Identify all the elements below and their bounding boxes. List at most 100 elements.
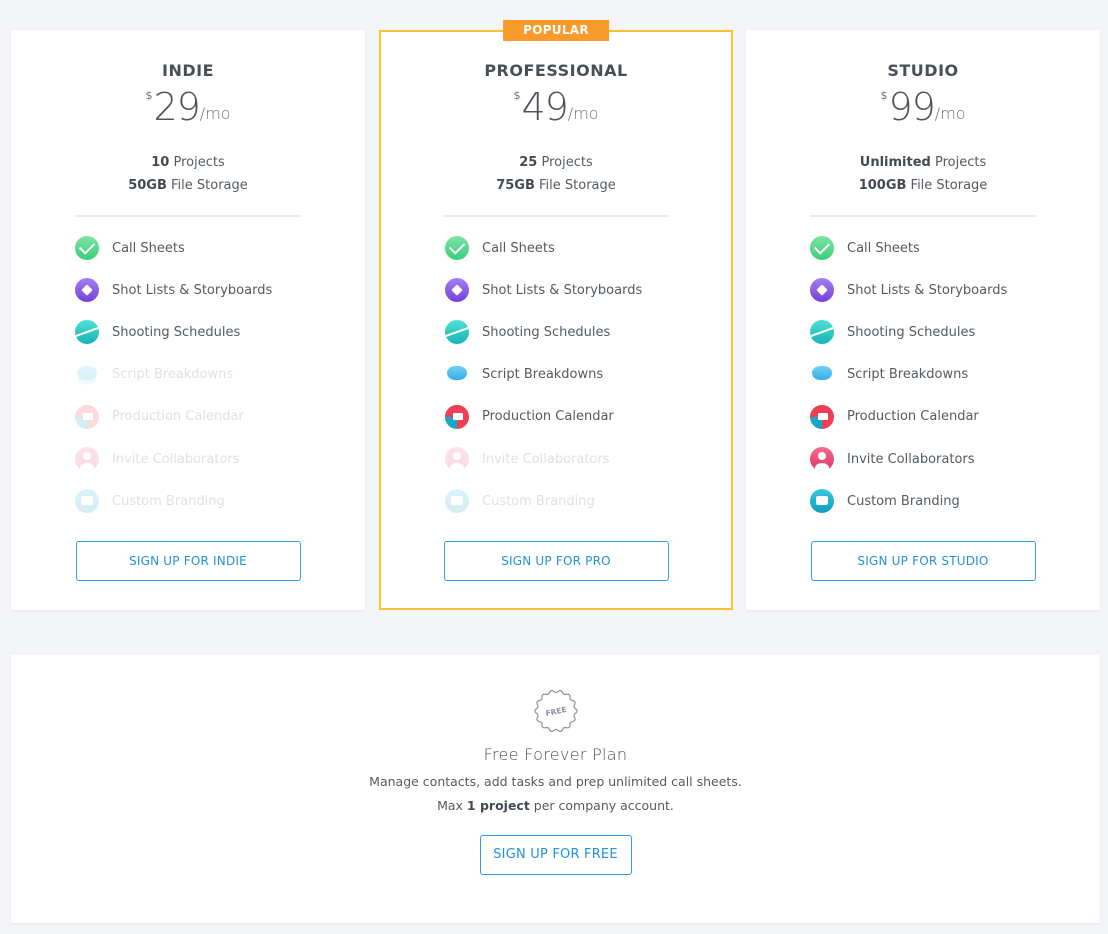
feature-label: Shooting Schedules bbox=[847, 324, 976, 340]
sign-up-pro-button[interactable]: SIGN UP FOR PRO bbox=[443, 541, 669, 582]
plan-name: INDIE bbox=[161, 61, 214, 80]
price-period: /mo bbox=[199, 104, 231, 123]
plan-price: $ 99 /mo bbox=[746, 85, 1100, 131]
free-plan-summary: Manage contacts, add tasks and prep unli… bbox=[369, 774, 742, 789]
currency-symbol: $ bbox=[145, 89, 153, 102]
feature-item: Custom Branding bbox=[445, 480, 731, 522]
divider bbox=[810, 215, 1036, 217]
free-plan-title: Free Forever Plan bbox=[483, 745, 628, 764]
feature-item: Shooting Schedules bbox=[75, 311, 365, 353]
feature-label: Shooting Schedules bbox=[112, 324, 241, 340]
feature-label: Production Calendar bbox=[112, 409, 244, 425]
feature-label: Script Breakdowns bbox=[847, 367, 969, 383]
feature-label: Production Calendar bbox=[847, 409, 979, 425]
feature-item: Script Breakdowns bbox=[445, 354, 731, 396]
shot-lists-icon bbox=[810, 278, 834, 303]
projects-quota: Unlimited Projects bbox=[859, 155, 987, 170]
script-breakdowns-icon bbox=[810, 363, 834, 387]
plan-quota: Unlimited Projects 100GB File Storage bbox=[746, 151, 1100, 197]
plan-quota: 10 Projects 50GB File Storage bbox=[11, 151, 365, 197]
free-plan-card: FREE Free Forever Plan Manage contacts, … bbox=[11, 655, 1100, 923]
production-calendar-icon bbox=[75, 404, 99, 429]
feature-item: Call Sheets bbox=[445, 227, 731, 269]
invite-collaborators-icon bbox=[75, 447, 99, 472]
feature-item: Shooting Schedules bbox=[810, 311, 1100, 353]
feature-list: Call Sheets Shot Lists & Storyboards Shoot… bbox=[445, 227, 731, 522]
feature-list: Call Sheets Shot Lists & Storyboards Shoot… bbox=[75, 227, 365, 522]
free-seal-icon: FREE bbox=[533, 689, 578, 733]
storage-quota: 100GB File Storage bbox=[858, 178, 988, 193]
feature-item: Shot Lists & Storyboards bbox=[810, 269, 1100, 311]
plan-name: PROFESSIONAL bbox=[484, 61, 628, 80]
projects-quota: 10 Projects bbox=[151, 155, 225, 170]
shot-lists-icon bbox=[75, 278, 99, 303]
feature-label: Custom Branding bbox=[847, 493, 960, 509]
currency-symbol: $ bbox=[513, 89, 521, 102]
call-sheets-icon bbox=[75, 236, 99, 261]
shooting-schedules-icon bbox=[75, 320, 99, 345]
plan-card-indie: INDIE $ 29 /mo 10 Projects 50GB File Sto… bbox=[11, 30, 365, 610]
feature-label: Shooting Schedules bbox=[482, 324, 611, 340]
feature-label: Invite Collaborators bbox=[847, 451, 975, 467]
feature-item: Invite Collaborators bbox=[75, 438, 365, 480]
divider bbox=[443, 215, 669, 217]
feature-item: Custom Branding bbox=[810, 480, 1100, 522]
feature-label: Shot Lists & Storyboards bbox=[847, 282, 1008, 298]
shooting-schedules-icon bbox=[810, 320, 834, 345]
feature-label: Invite Collaborators bbox=[112, 451, 240, 467]
price-amount: 49 bbox=[521, 85, 568, 129]
invite-collaborators-icon bbox=[445, 447, 469, 472]
plan-price: $ 29 /mo bbox=[11, 85, 365, 131]
price-amount: 29 bbox=[153, 85, 200, 129]
feature-label: Script Breakdowns bbox=[112, 367, 234, 383]
production-calendar-icon bbox=[810, 404, 834, 429]
feature-item: Call Sheets bbox=[75, 227, 365, 269]
custom-branding-icon bbox=[75, 489, 99, 514]
feature-item: Shooting Schedules bbox=[445, 311, 731, 353]
feature-item: Call Sheets bbox=[810, 227, 1100, 269]
price-period: /mo bbox=[934, 104, 966, 123]
feature-label: Call Sheets bbox=[112, 240, 185, 256]
feature-item: Script Breakdowns bbox=[810, 354, 1100, 396]
storage-quota: 50GB File Storage bbox=[128, 178, 248, 193]
custom-branding-icon bbox=[445, 489, 469, 514]
plan-name: STUDIO bbox=[887, 61, 959, 80]
price-amount: 99 bbox=[888, 85, 935, 129]
call-sheets-icon bbox=[810, 236, 834, 261]
invite-collaborators-icon bbox=[810, 447, 834, 472]
feature-label: Shot Lists & Storyboards bbox=[112, 282, 273, 298]
feature-label: Script Breakdowns bbox=[482, 367, 604, 383]
free-plan-limit: Max 1 project per company account. bbox=[437, 798, 674, 813]
feature-label: Shot Lists & Storyboards bbox=[482, 282, 643, 298]
feature-label: Invite Collaborators bbox=[482, 451, 610, 467]
feature-item: Shot Lists & Storyboards bbox=[75, 269, 365, 311]
feature-list: Call Sheets Shot Lists & Storyboards Shoot… bbox=[810, 227, 1100, 522]
sign-up-free-button[interactable]: SIGN UP FOR FREE bbox=[479, 835, 632, 875]
feature-item: Production Calendar bbox=[75, 396, 365, 438]
feature-item: Custom Branding bbox=[75, 480, 365, 522]
feature-label: Call Sheets bbox=[847, 240, 920, 256]
projects-quota: 25 Projects bbox=[519, 155, 593, 170]
storage-quota: 75GB File Storage bbox=[496, 178, 616, 193]
feature-item: Shot Lists & Storyboards bbox=[445, 269, 731, 311]
sign-up-studio-button[interactable]: SIGN UP FOR STUDIO bbox=[810, 541, 1036, 582]
script-breakdowns-icon bbox=[75, 363, 99, 387]
feature-item: Production Calendar bbox=[810, 396, 1100, 438]
popular-badge: POPULAR bbox=[503, 20, 609, 41]
plan-card-professional: POPULAR PROFESSIONAL $ 49 /mo 25 Project… bbox=[379, 20, 733, 610]
feature-label: Call Sheets bbox=[482, 240, 555, 256]
feature-item: Invite Collaborators bbox=[810, 438, 1100, 480]
script-breakdowns-icon bbox=[445, 363, 469, 387]
seal-text: FREE bbox=[544, 705, 567, 718]
free-plan-description: Manage contacts, add tasks and prep unli… bbox=[11, 770, 1100, 818]
custom-branding-icon bbox=[810, 489, 834, 514]
sign-up-indie-button[interactable]: SIGN UP FOR INDIE bbox=[75, 541, 301, 582]
production-calendar-icon bbox=[445, 404, 469, 429]
feature-item: Invite Collaborators bbox=[445, 438, 731, 480]
plan-price: $ 49 /mo bbox=[381, 85, 731, 131]
shooting-schedules-icon bbox=[445, 320, 469, 345]
feature-label: Custom Branding bbox=[482, 493, 595, 509]
currency-symbol: $ bbox=[880, 89, 888, 102]
feature-label: Custom Branding bbox=[112, 493, 225, 509]
divider bbox=[75, 215, 301, 217]
